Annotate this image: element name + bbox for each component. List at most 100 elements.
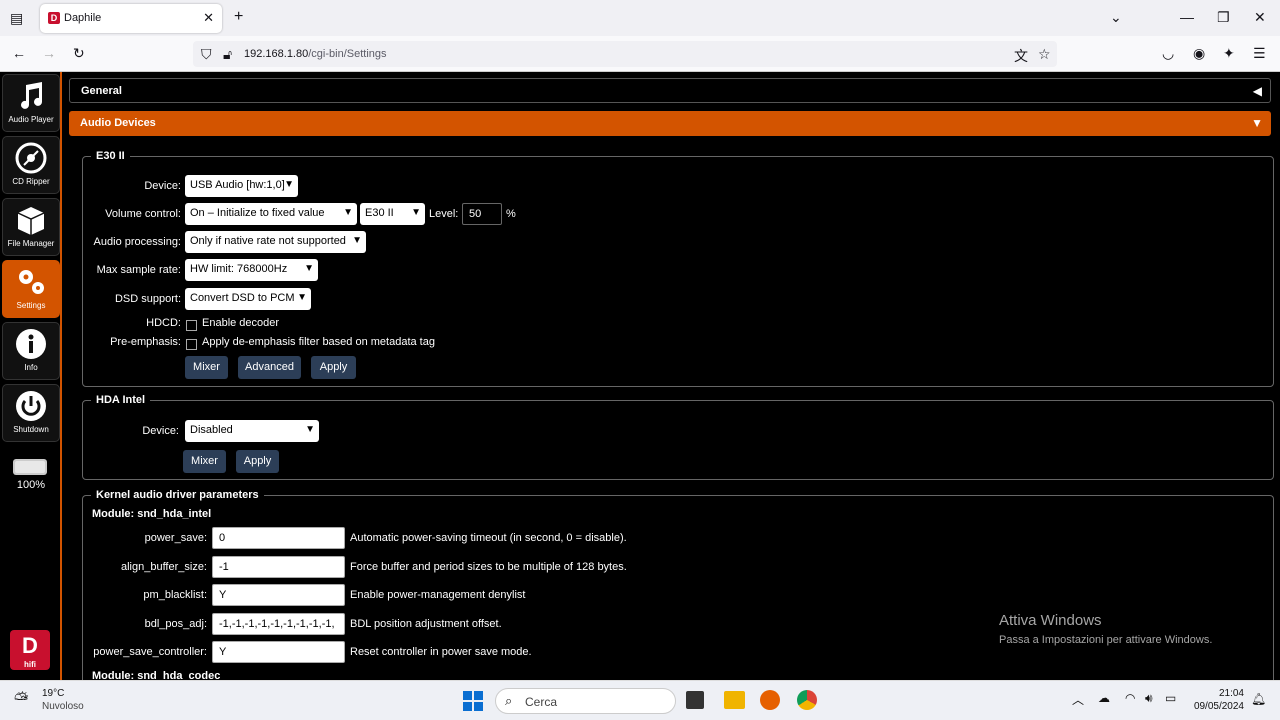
search-placeholder: Cerca: [525, 695, 558, 709]
search-icon: ⌕: [505, 693, 513, 708]
hda-intel-fieldset: HDA Intel Device: Disabled ▼ Mixer Apply: [82, 394, 1274, 480]
hda-mixer-button[interactable]: Mixer: [183, 450, 226, 473]
kernel-params-fieldset: Kernel audio driver parameters Module: s…: [82, 489, 1274, 689]
firefox-icon[interactable]: [760, 690, 780, 710]
hda-legend: HDA Intel: [96, 394, 146, 406]
browser-tab[interactable]: D Daphile ✕: [40, 4, 222, 33]
close-window-icon[interactable]: ✕: [1254, 9, 1266, 26]
daphile-logo: Dhifi: [10, 630, 50, 670]
audio-devices-panel-header[interactable]: Audio Devices ▼: [69, 111, 1271, 136]
sidebar-item-info[interactable]: Info: [2, 322, 60, 380]
gears-icon: [19, 270, 44, 294]
shield-icon[interactable]: ⛉: [201, 46, 212, 63]
menu-icon[interactable]: ☰: [1253, 45, 1266, 62]
audio-processing-select[interactable]: Only if native rate not supported ▼: [185, 231, 366, 253]
sidebar-item-shutdown[interactable]: Shutdown: [2, 384, 60, 442]
forward-arrow-icon[interactable]: →: [42, 45, 56, 61]
param-input-align-buffer-size[interactable]: -1: [212, 556, 345, 578]
volume-control-label: Volume control:: [105, 208, 181, 220]
volume-icon[interactable]: 🔊︎: [1145, 691, 1153, 706]
browser-tab-bar: ▤ D Daphile ✕ + ⌄ — ❐ ✕: [0, 0, 1280, 36]
param-description: Force buffer and period sizes to be mult…: [350, 561, 627, 573]
back-arrow-icon[interactable]: ←: [12, 45, 26, 61]
dropdown-arrow-icon: ▼: [304, 263, 314, 274]
level-label: Level:: [429, 208, 459, 220]
taskbar-clock[interactable]: 21:04 09/05/2024: [1194, 687, 1244, 713]
taskbar-search-box[interactable]: ⌕ Cerca: [495, 688, 676, 714]
bookmark-star-icon[interactable]: ☆: [1038, 46, 1051, 63]
hda-device-select[interactable]: Disabled ▼: [185, 420, 319, 442]
device-select[interactable]: USB Audio [hw:1,0] ▼: [185, 175, 298, 197]
sidebar-item-file-manager[interactable]: File Manager: [2, 198, 60, 256]
sidebar-item-cd-ripper[interactable]: CD Ripper: [2, 136, 60, 194]
notification-bell-icon[interactable]: 🔔︎: [1251, 692, 1266, 706]
power-icon: [16, 391, 46, 421]
general-panel-header[interactable]: General ◀: [69, 78, 1271, 103]
param-input-power-save[interactable]: 0: [212, 527, 345, 549]
minimize-window-icon[interactable]: —: [1180, 9, 1194, 25]
advanced-button[interactable]: Advanced: [238, 356, 301, 379]
address-bar[interactable]: ⛉ 🔓︎ 192.168.1.80/cgi-bin/Settings 文 ☆: [193, 41, 1057, 67]
collapse-arrow-icon: ◀: [1252, 84, 1262, 98]
new-tab-button[interactable]: +: [234, 8, 243, 26]
battery-tray-icon[interactable]: ▭: [1165, 691, 1176, 705]
task-view-icon[interactable]: [686, 691, 704, 709]
sidebar-item-label: Settings: [16, 301, 46, 310]
extensions-icon[interactable]: ✦: [1223, 45, 1235, 62]
clock-date: 09/05/2024: [1193, 701, 1244, 712]
url-text: 192.168.1.80/cgi-bin/Settings: [244, 48, 387, 60]
param-name: power_save_controller:: [93, 646, 207, 658]
sidebar-item-settings[interactable]: Settings: [2, 260, 60, 318]
dropdown-arrow-icon: ▼: [352, 235, 362, 246]
close-tab-icon[interactable]: ✕: [203, 10, 214, 26]
sidebar-item-label: Audio Player: [8, 115, 54, 124]
dropdown-arrow-icon: ▼: [305, 424, 315, 435]
dsd-support-select[interactable]: Convert DSD to PCM ▼: [185, 288, 311, 310]
reload-icon[interactable]: ↻: [73, 45, 85, 62]
tray-overflow-chevron-icon[interactable]: ︿: [1072, 691, 1084, 708]
mixer-button[interactable]: Mixer: [185, 356, 228, 379]
param-input-bdl-pos-adj[interactable]: -1,-1,-1,-1,-1,-1,-1,-1,-1,: [212, 613, 345, 635]
e30-device-fieldset: E30 II Device: USB Audio [hw:1,0] ▼ Volum…: [82, 150, 1274, 387]
apply-button[interactable]: Apply: [311, 356, 356, 379]
level-unit: %: [506, 208, 516, 220]
volume-mixer-select[interactable]: E30 II ▼: [360, 203, 425, 225]
tab-overflow-chevron-icon[interactable]: ⌄: [1110, 9, 1122, 26]
param-input-pm-blacklist[interactable]: Y: [212, 584, 345, 606]
sidebar-item-label: CD Ripper: [12, 177, 50, 186]
chrome-icon[interactable]: [797, 690, 817, 710]
param-description: Enable power-management denylist: [350, 589, 526, 601]
windows-taskbar: ⛅︎ 19°C Nuvoloso ⌕ Cerca ︿ ☁︎ ◠ 🔊︎ ▭ 21:…: [0, 680, 1280, 720]
kernel-legend: Kernel audio driver parameters: [96, 489, 259, 501]
pocket-icon[interactable]: ◡: [1162, 45, 1174, 62]
windows-start-icon[interactable]: [463, 691, 483, 711]
battery-icon: [13, 459, 47, 475]
weather-temperature[interactable]: 19°C: [42, 688, 64, 699]
hda-apply-button[interactable]: Apply: [236, 450, 279, 473]
daphile-app: Audio Player CD Ripper File Manager Sett…: [0, 72, 1280, 689]
param-description: Automatic power-saving timeout (in secon…: [350, 532, 627, 544]
sidebar-item-label: File Manager: [7, 239, 55, 248]
account-icon[interactable]: ◉: [1193, 45, 1205, 62]
param-input-power-save-controller[interactable]: Y: [212, 641, 345, 663]
max-sample-rate-select[interactable]: HW limit: 768000Hz ▼: [185, 259, 318, 281]
dsd-support-label: DSD support:: [114, 293, 181, 305]
translate-icon[interactable]: 文: [1014, 46, 1028, 66]
volume-control-select[interactable]: On – Initialize to fixed value ▼: [185, 203, 357, 225]
tab-list-icon[interactable]: ▤: [10, 10, 23, 27]
sidebar: Audio Player CD Ripper File Manager Sett…: [0, 72, 62, 680]
browser-nav-bar: ← → ↻ ⛉ 🔓︎ 192.168.1.80/cgi-bin/Settings…: [0, 36, 1280, 72]
hdcd-checkbox[interactable]: [186, 320, 197, 331]
sidebar-item-label: Info: [24, 363, 38, 372]
level-input[interactable]: 50: [462, 203, 502, 225]
wifi-icon[interactable]: ◠: [1125, 691, 1135, 705]
pre-emphasis-checkbox[interactable]: [186, 339, 197, 350]
insecure-lock-icon[interactable]: 🔓︎: [223, 46, 232, 63]
file-explorer-icon[interactable]: [724, 691, 745, 709]
cloud-sync-icon[interactable]: ☁︎: [1098, 691, 1110, 705]
music-note-icon: [21, 82, 42, 109]
sidebar-item-audio-player[interactable]: Audio Player: [2, 74, 60, 132]
weather-description[interactable]: Nuvoloso: [42, 701, 84, 712]
restore-window-icon[interactable]: ❐: [1217, 9, 1230, 26]
weather-cloud-icon[interactable]: ⛅︎: [14, 689, 28, 710]
